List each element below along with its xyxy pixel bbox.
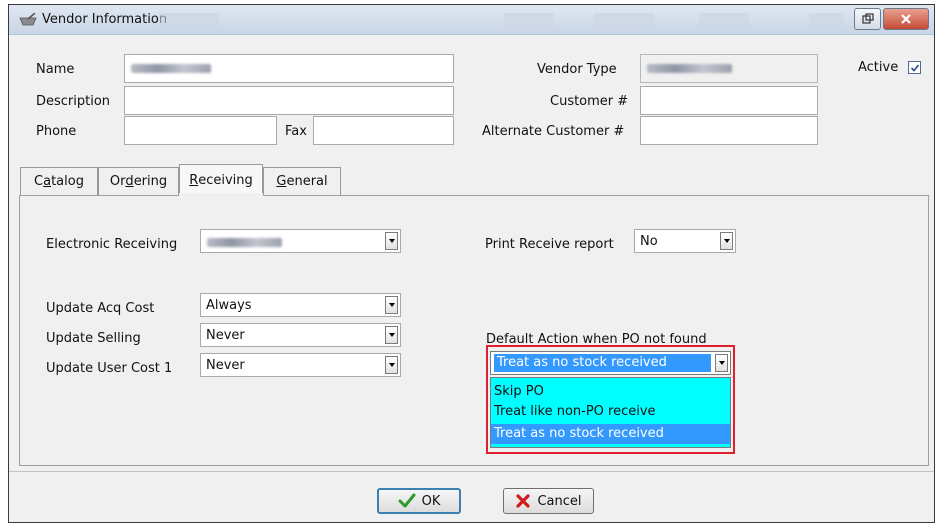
redacted-value (131, 64, 211, 73)
default-action-dropdown-list: Skip PO Treat like non-PO receive Treat … (490, 377, 731, 448)
default-action-select[interactable]: Treat as no stock received (490, 351, 731, 375)
checkmark-icon (398, 493, 416, 508)
mortar-pestle-icon (19, 13, 37, 26)
update-acq-cost-value: Always (206, 298, 252, 313)
dropdown-option-non-po-receive[interactable]: Treat like non-PO receive (491, 402, 730, 422)
tab-catalog-mnemonic: a (43, 174, 52, 189)
print-receive-report-select[interactable]: No (634, 229, 736, 253)
alternate-customer-number-field[interactable] (640, 116, 818, 145)
tab-receiving[interactable]: Receiving (179, 164, 263, 195)
phone-label: Phone (36, 124, 77, 139)
tab-general-label-rest: eneral (286, 174, 328, 189)
update-user-cost-label: Update User Cost 1 (46, 361, 173, 376)
update-user-cost-select[interactable]: Never (200, 353, 401, 377)
tab-catalog[interactable]: Ca talog (20, 167, 98, 195)
description-field[interactable] (124, 86, 454, 115)
close-button[interactable] (883, 8, 929, 30)
update-selling-label: Update Selling (46, 331, 141, 346)
background-window-ghost (159, 13, 219, 27)
red-x-icon (516, 494, 531, 508)
update-selling-value: Never (206, 328, 245, 343)
tab-catalog-label-rest: talog (51, 174, 84, 189)
cancel-button-label: Cancel (537, 493, 582, 509)
close-icon (901, 14, 911, 24)
active-checkbox[interactable] (908, 61, 921, 74)
active-label: Active (858, 60, 899, 75)
tab-ordering[interactable]: Or d ering (98, 167, 179, 195)
tab-ordering-label: Or (109, 174, 126, 189)
tab-receiving-label-rest: eceiving (198, 172, 253, 188)
chevron-down-icon[interactable] (715, 354, 728, 372)
redacted-value (647, 64, 732, 73)
name-field[interactable] (124, 54, 454, 83)
update-user-cost-value: Never (206, 358, 245, 373)
description-label: Description (36, 94, 111, 109)
print-receive-report-value: No (640, 234, 658, 249)
tab-catalog-label: C (34, 174, 44, 189)
tab-receiving-mnemonic: R (189, 172, 199, 188)
fax-field[interactable] (313, 116, 454, 145)
customer-number-field[interactable] (640, 86, 818, 115)
electronic-receiving-select[interactable] (200, 229, 401, 253)
receiving-tab-panel (19, 195, 929, 466)
tab-ordering-mnemonic: d (125, 174, 134, 189)
active-tab-joint (179, 193, 263, 197)
vendor-information-window: Vendor Information Name Description Phon… (8, 4, 935, 523)
tab-general-mnemonic: G (276, 174, 287, 189)
tab-general[interactable]: General (263, 167, 341, 195)
dropdown-option-no-stock-received[interactable]: Treat as no stock received (491, 424, 730, 444)
background-window-ghost (699, 13, 749, 27)
alternate-customer-number-label: Alternate Customer # (482, 124, 625, 139)
window-title: Vendor Information (42, 12, 168, 27)
ok-button-label: OK (421, 493, 441, 509)
dropdown-option-skip-po[interactable]: Skip PO (491, 382, 730, 402)
vendor-type-field (640, 54, 818, 83)
background-window-ghost (504, 13, 554, 27)
background-window-ghost (809, 13, 844, 27)
cancel-button[interactable]: Cancel (503, 488, 594, 514)
customer-number-label: Customer # (550, 94, 629, 109)
update-selling-select[interactable]: Never (200, 323, 401, 347)
fax-label: Fax (285, 124, 307, 139)
checkmark-icon (910, 63, 919, 72)
chevron-down-icon[interactable] (720, 232, 733, 250)
default-action-value: Treat as no stock received (494, 354, 711, 372)
redacted-value (207, 238, 282, 247)
title-bar: Vendor Information (9, 5, 934, 35)
phone-field[interactable] (124, 116, 277, 145)
divider (9, 471, 934, 472)
name-label: Name (36, 62, 75, 77)
chevron-down-icon[interactable] (385, 296, 398, 314)
update-acq-cost-label: Update Acq Cost (46, 301, 155, 316)
electronic-receiving-label: Electronic Receiving (46, 237, 178, 252)
vendor-type-label: Vendor Type (537, 62, 617, 77)
ok-button[interactable]: OK (377, 488, 461, 514)
tab-ordering-label-rest: ering (133, 174, 168, 189)
print-receive-report-label: Print Receive report (485, 237, 614, 252)
restore-button[interactable] (854, 8, 881, 30)
chevron-down-icon[interactable] (385, 232, 398, 250)
chevron-down-icon[interactable] (385, 356, 398, 374)
update-acq-cost-select[interactable]: Always (200, 293, 401, 317)
restore-icon (861, 13, 874, 24)
chevron-down-icon[interactable] (385, 326, 398, 344)
background-window-ghost (594, 13, 654, 27)
